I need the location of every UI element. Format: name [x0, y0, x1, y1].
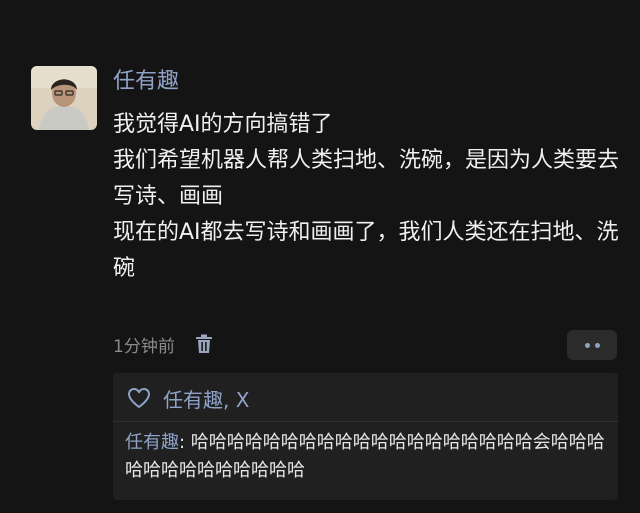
post-line: 现在的AI都去写诗和画画了，我们人类还在扫地、洗碗: [113, 220, 619, 281]
heart-icon[interactable]: [127, 387, 151, 409]
divider: [113, 421, 618, 422]
comment-author[interactable]: 任有趣: [125, 432, 179, 453]
post-line: 我觉得AI的方向搞错了: [113, 112, 333, 137]
interaction-panel: 任有趣, X 任有趣: 哈哈哈哈哈哈哈哈哈哈哈哈哈哈哈哈哈哈哈会哈哈哈哈哈哈哈哈…: [113, 373, 618, 500]
likes-row: 任有趣, X: [127, 383, 249, 413]
more-icon: [584, 342, 590, 348]
post-meta: 1分钟前: [113, 329, 213, 359]
comment-separator: :: [179, 432, 191, 453]
delete-button[interactable]: [195, 334, 213, 354]
post-time: 1分钟前: [113, 336, 175, 357]
more-icon: [594, 342, 600, 348]
comment-text: 哈哈哈哈哈哈哈哈哈哈哈哈哈哈哈哈哈哈哈会哈哈哈哈哈哈哈哈哈哈哈哈哈: [125, 432, 605, 481]
post-author[interactable]: 任有趣: [113, 66, 179, 98]
trash-icon: [195, 334, 212, 353]
avatar[interactable]: [31, 66, 97, 130]
comment[interactable]: 任有趣: 哈哈哈哈哈哈哈哈哈哈哈哈哈哈哈哈哈哈哈会哈哈哈哈哈哈哈哈哈哈哈哈哈: [125, 429, 615, 485]
post-content: 我觉得AI的方向搞错了 我们希望机器人帮人类扫地、洗碗，是因为人类要去写诗、画画…: [113, 107, 625, 287]
avatar-image: [31, 66, 97, 130]
liked-by-names[interactable]: 任有趣, X: [163, 384, 249, 413]
more-button[interactable]: [567, 330, 617, 360]
post-line: 我们希望机器人帮人类扫地、洗碗，是因为人类要去写诗、画画: [113, 148, 620, 209]
